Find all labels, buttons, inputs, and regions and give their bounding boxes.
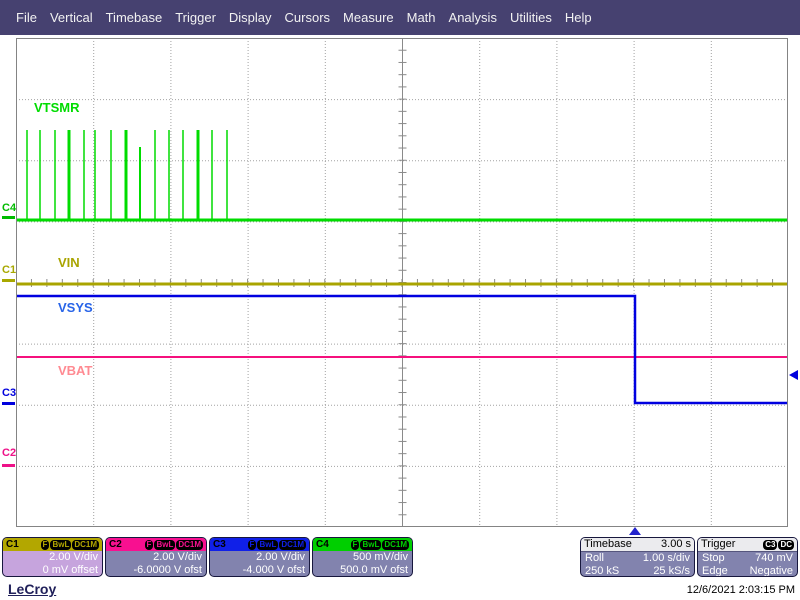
timebase-scale: 1.00 s/div <box>643 552 690 565</box>
channel-badges: FBwLDC1M <box>40 540 99 550</box>
menu-item-file[interactable]: File <box>16 10 37 25</box>
timebase-row-mode: Roll 1.00 s/div <box>581 552 694 565</box>
channel-marker-tick-c3[interactable] <box>2 402 15 405</box>
trigger-coupling-badge: DC <box>778 540 794 550</box>
channel-marker-c3[interactable]: C3 <box>2 388 16 399</box>
badge-dc1m: DC1M <box>382 540 409 550</box>
menu-item-utilities[interactable]: Utilities <box>510 10 552 25</box>
trigger-header: Trigger C3 DC <box>698 538 797 552</box>
trace-label-vin: VIN <box>58 255 80 270</box>
channel-marker-tick-c2[interactable] <box>2 464 15 467</box>
badge-bwl: BwL <box>360 540 381 550</box>
timebase-header: Timebase 3.00 s <box>581 538 694 552</box>
channel-id-label: C4 <box>316 540 329 550</box>
channel-vdiv: 2.00 V/div <box>3 551 102 564</box>
channel-badges: FBwLDC1M <box>247 540 306 550</box>
channel-descriptor-header-c1: C1 FBwLDC1M <box>3 538 102 551</box>
trigger-row-mode: Stop 740 mV <box>698 552 797 565</box>
channel-descriptor-c1[interactable]: C1 FBwLDC1M2.00 V/div0 mV offset <box>2 537 103 577</box>
badge-f: F <box>145 540 154 550</box>
trigger-row-type: Edge Negative <box>698 565 797 578</box>
badge-bwl: BwL <box>50 540 71 550</box>
channel-marker-c4[interactable]: C4 <box>2 203 16 214</box>
timebase-samples: 250 kS <box>585 565 619 578</box>
channel-badges: FBwLDC1M <box>144 540 203 550</box>
menu-item-help[interactable]: Help <box>565 10 592 25</box>
badge-f: F <box>351 540 360 550</box>
menu-item-timebase[interactable]: Timebase <box>106 10 163 25</box>
trigger-type: Edge <box>702 565 728 578</box>
channel-badges: FBwLDC1M <box>350 540 409 550</box>
channel-offset: 500.0 mV ofst <box>313 564 412 577</box>
menu-bar: File Vertical Timebase Trigger Display Cursor… <box>0 0 800 35</box>
channel-marker-c2[interactable]: C2 <box>2 448 16 459</box>
channel-descriptor-header-c4: C4 FBwLDC1M <box>313 538 412 551</box>
channel-descriptor-c4[interactable]: C4 FBwLDC1M500 mV/div500.0 mV ofst <box>312 537 413 577</box>
channel-vdiv: 2.00 V/div <box>106 551 206 564</box>
channel-marker-tick-c4[interactable] <box>2 216 15 219</box>
trigger-level-arrow[interactable] <box>789 370 798 380</box>
badge-bwl: BwL <box>154 540 175 550</box>
badge-dc1m: DC1M <box>176 540 203 550</box>
channel-descriptor-c2[interactable]: C2 FBwLDC1M2.00 V/div-6.0000 V ofst <box>105 537 207 577</box>
timebase-box[interactable]: Timebase 3.00 s Roll 1.00 s/div 250 kS 2… <box>580 537 695 577</box>
channel-vdiv: 2.00 V/div <box>210 551 309 564</box>
trigger-time-marker[interactable] <box>629 527 641 535</box>
channel-id-label: C2 <box>109 540 122 550</box>
waveform-grid[interactable] <box>16 38 788 527</box>
timebase-value: 3.00 s <box>661 539 691 550</box>
channel-offset: -4.000 V ofst <box>210 564 309 577</box>
menu-item-math[interactable]: Math <box>407 10 436 25</box>
channel-descriptor-header-c2: C2 FBwLDC1M <box>106 538 206 551</box>
trigger-slope: Negative <box>750 565 793 578</box>
oscilloscope-screen: { "menu": { "items": ["File","Vertical",… <box>0 0 800 600</box>
trigger-box[interactable]: Trigger C3 DC Stop 740 mV Edge Negative <box>697 537 798 577</box>
channel-marker-tick-c1[interactable] <box>2 279 15 282</box>
trace-label-vtsmr: VTSMR <box>34 100 80 115</box>
channel-marker-c1[interactable]: C1 <box>2 265 16 276</box>
timebase-mode: Roll <box>585 552 604 565</box>
badge-dc1m: DC1M <box>72 540 99 550</box>
timestamp: 12/6/2021 2:03:15 PM <box>687 584 795 596</box>
channel-id-label: C1 <box>6 540 19 550</box>
menu-item-trigger[interactable]: Trigger <box>175 10 216 25</box>
menu-item-measure[interactable]: Measure <box>343 10 394 25</box>
trigger-source-badge: C3 <box>763 540 777 550</box>
timebase-rate: 25 kS/s <box>653 565 690 578</box>
trace-label-vsys: VSYS <box>58 300 93 315</box>
channel-offset: 0 mV offset <box>3 564 102 577</box>
trigger-mode: Stop <box>702 552 725 565</box>
lecroy-logo: LeCroy <box>8 581 56 597</box>
menu-item-display[interactable]: Display <box>229 10 272 25</box>
badge-bwl: BwL <box>257 540 278 550</box>
timebase-row-sampling: 250 kS 25 kS/s <box>581 565 694 578</box>
channel-descriptor-header-c3: C3 FBwLDC1M <box>210 538 309 551</box>
channel-id-label: C3 <box>213 540 226 550</box>
trigger-level: 740 mV <box>755 552 793 565</box>
graticule-svg <box>16 38 788 527</box>
menu-item-analysis[interactable]: Analysis <box>449 10 497 25</box>
badge-dc1m: DC1M <box>279 540 306 550</box>
menu-item-vertical[interactable]: Vertical <box>50 10 93 25</box>
trigger-badges: C3 DC <box>762 540 794 550</box>
channel-vdiv: 500 mV/div <box>313 551 412 564</box>
badge-f: F <box>248 540 257 550</box>
trigger-title: Trigger <box>701 539 735 550</box>
channel-offset: -6.0000 V ofst <box>106 564 206 577</box>
menu-item-cursors[interactable]: Cursors <box>285 10 331 25</box>
timebase-title: Timebase <box>584 539 632 550</box>
channel-descriptor-c3[interactable]: C3 FBwLDC1M2.00 V/div-4.000 V ofst <box>209 537 310 577</box>
badge-f: F <box>41 540 50 550</box>
trace-label-vbat: VBAT <box>58 363 92 378</box>
